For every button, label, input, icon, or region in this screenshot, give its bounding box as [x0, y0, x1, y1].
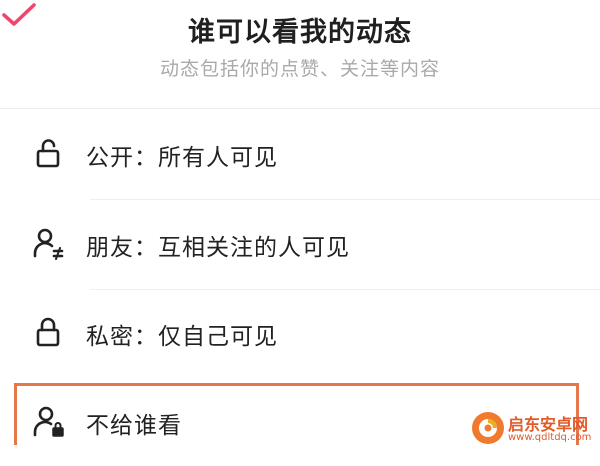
- dialog-header: 谁可以看我的动态 动态包括你的点赞、关注等内容: [0, 0, 600, 108]
- header-divider: [0, 108, 600, 109]
- option-public-label: 公开：所有人可见: [86, 145, 278, 171]
- option-private-label: 私密：仅自己可见: [86, 324, 278, 350]
- option-private[interactable]: 私密：仅自己可见: [0, 289, 600, 377]
- lock-icon: [32, 315, 66, 349]
- friends-icon: [32, 226, 66, 260]
- option-public[interactable]: 公开：所有人可见: [0, 110, 600, 198]
- watermark-url: www.qdltdq.com: [508, 432, 592, 443]
- page-title: 谁可以看我的动态: [188, 17, 412, 48]
- page-subtitle: 动态包括你的点赞、关注等内容: [159, 58, 440, 80]
- unlock-icon: [32, 136, 66, 170]
- option-friends-label: 朋友：互相关注的人可见: [86, 235, 350, 261]
- option-friends[interactable]: 朋友：互相关注的人可见: [0, 200, 600, 288]
- watermark-logo-icon: [470, 410, 506, 446]
- watermark: 启东安卓网 www.qdltdq.com: [470, 408, 598, 448]
